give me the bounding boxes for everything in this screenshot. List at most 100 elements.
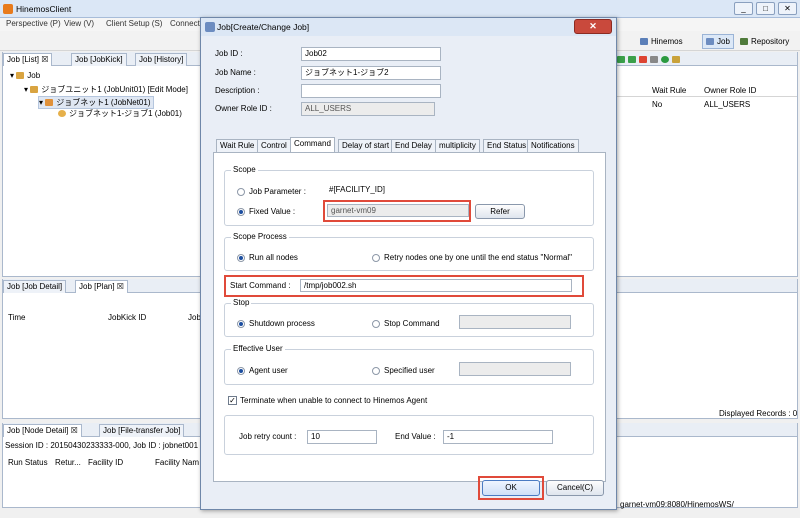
fixed-value-label: Fixed Value : [249,207,296,216]
status-url: garnet-vm09:8080/HinemosWS/ [620,500,734,509]
dialog-close-button[interactable]: ✕ [574,19,612,34]
job-parameter-radio[interactable] [237,188,245,196]
add-net-icon[interactable] [628,56,636,64]
repository-icon [740,38,748,46]
divider [617,96,797,97]
cell-owner-role: ALL_USERS [704,100,751,109]
retry-nodes-label: Retry nodes one by one until the end sta… [384,253,573,262]
job-node-icon [58,110,66,118]
stop-group: Stop Shutdown process Stop Command [224,298,594,337]
app-titlebar: HinemosClient _ □ ✕ [0,0,800,18]
tab-file-transfer[interactable]: Job [File-transfer Job] [99,424,185,437]
tree-item-job01[interactable]: ジョブネット1-ジョブ1 (Job01) [58,108,182,119]
tab-end-status[interactable]: End Status [483,139,531,153]
description-field[interactable] [301,84,441,98]
job-id-field[interactable]: Job02 [301,47,441,61]
tab-job-detail[interactable]: Job [Job Detail] [3,280,67,293]
fixed-value-highlight [323,200,471,222]
displayed-records: Displayed Records : 0 [719,409,798,418]
terminate-checkbox[interactable]: ✓ [228,396,237,405]
tab-control[interactable]: Control [257,139,291,153]
tab-node-detail[interactable]: Job [Node Detail] ☒ [3,424,82,437]
retry-group: Job retry count : 10 End Value : -1 [224,415,594,455]
stop-command-label: Stop Command [384,319,440,328]
tree-item-jobunit[interactable]: ▾ ジョブユニット1 (JobUnit01) [Edit Mode] [24,84,188,95]
stop-command-field [459,315,571,329]
agent-user-label: Agent user [249,366,288,375]
specified-user-label: Specified user [384,366,435,375]
col-time: Time [8,313,26,322]
hinemos-icon [640,38,648,46]
command-tab-body: Scope Job Parameter : #[FACILITY_ID] Fix… [213,152,606,482]
dialog-icon [205,22,215,32]
retry-count-label: Job retry count : [239,432,297,441]
tab-job-plan[interactable]: Job [Plan] ☒ [75,280,128,293]
menu-view[interactable]: View (V) [64,19,94,28]
perspective-job[interactable]: Job [702,34,734,49]
job-toolbar-icons [617,55,737,65]
start-command-label: Start Command : [230,281,291,290]
job-icon [706,38,714,46]
scope-process-title: Scope Process [231,232,289,241]
job-id-label: Job ID : [215,49,243,58]
tab-job-history[interactable]: Job [History] [135,53,188,66]
col-jobkick-id: JobKick ID [108,313,147,322]
perspective-repository[interactable]: Repository [736,34,793,49]
dialog-title: Job[Create/Change Job] [217,22,310,32]
specified-user-field [459,362,571,376]
tab-end-delay[interactable]: End Delay [391,139,436,153]
run-icon[interactable] [661,56,669,64]
tab-job-list[interactable]: Job [List] ☒ [3,53,53,66]
description-label: Description : [215,86,260,95]
run-all-nodes-label: Run all nodes [249,253,298,262]
maximize-button[interactable]: □ [756,2,775,15]
terminate-label: Terminate when unable to connect to Hine… [240,396,428,405]
perspective-hinemos[interactable]: Hinemos [636,34,687,49]
tree-item-job[interactable]: ▾ Job [10,71,40,80]
col-wait-rule: Wait Rule [652,86,687,95]
col-run-status: Run Status [8,458,48,467]
job-parameter-label: Job Parameter : [249,187,306,196]
stop-command-radio[interactable] [372,320,380,328]
col-owner-role: Owner Role ID [704,86,757,95]
end-value-label: End Value : [395,432,436,441]
minimize-button[interactable]: _ [734,2,753,15]
tab-wait-rule[interactable]: Wait Rule [216,139,259,153]
scope-process-group: Scope Process Run all nodes Retry nodes … [224,232,594,271]
scope-group: Scope Job Parameter : #[FACILITY_ID] Fix… [224,165,594,226]
folder-icon [16,72,25,80]
specified-user-radio[interactable] [372,367,380,375]
cancel-button[interactable]: Cancel(C) [546,480,604,496]
tab-delay-of-start[interactable]: Delay of start [338,139,394,153]
app-title: HinemosClient [16,4,72,14]
add-icon[interactable] [617,56,625,64]
menu-connect[interactable]: Connect [170,19,200,28]
end-value-field[interactable]: -1 [443,430,553,444]
tab-notifications[interactable]: Notifications [527,139,579,153]
job-name-field[interactable]: ジョブネット1-ジョブ2 [301,66,441,80]
col-facility-name: Facility Nam [155,458,200,467]
tab-job-kick[interactable]: Job [JobKick] [71,53,127,66]
start-command-field[interactable]: /tmp/job002.sh [300,279,572,292]
retry-nodes-radio[interactable] [372,254,380,262]
delete-icon[interactable] [639,56,647,64]
ok-button[interactable]: OK [482,480,540,496]
job-name-label: Job Name : [215,68,256,77]
edit-icon[interactable] [650,56,658,64]
tab-multiplicity[interactable]: multiplicity [435,139,480,153]
col-return: Retur... [55,458,81,467]
menu-perspective[interactable]: Perspective (P) [6,19,61,28]
retry-count-field[interactable]: 10 [307,430,377,444]
refer-button[interactable]: Refer [475,204,525,219]
cell-wait-rule: No [652,100,663,109]
shutdown-process-radio[interactable] [237,320,245,328]
run-all-nodes-radio[interactable] [237,254,245,262]
menu-client-setup[interactable]: Client Setup (S) [106,19,162,28]
fixed-value-radio[interactable] [237,208,245,216]
tab-command[interactable]: Command [290,137,335,153]
owner-role-field: ALL_USERS [301,102,435,116]
jobunit-icon [30,86,39,94]
agent-user-radio[interactable] [237,367,245,375]
save-icon[interactable] [672,56,680,64]
close-window-button[interactable]: ✕ [778,2,797,15]
